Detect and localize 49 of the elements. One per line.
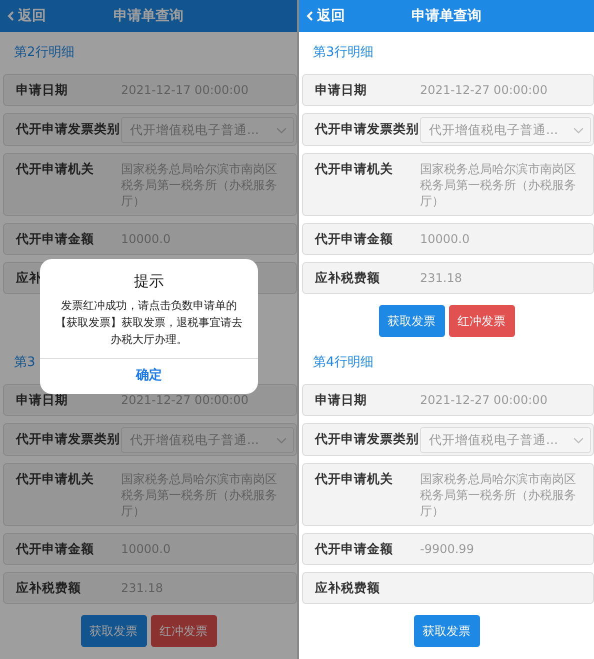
select-field[interactable]: 代开增值税电子普通... — [420, 427, 591, 453]
reverse-invoice-button[interactable]: 红冲发票 — [150, 615, 216, 647]
field-value: 10000.0 — [420, 231, 471, 247]
page-title: 申请单查询 — [114, 8, 184, 24]
section-title: 第2行明细 — [14, 44, 74, 62]
field-label: 代开申请发票类别 — [16, 121, 121, 137]
dialog-title: 提示 — [133, 271, 165, 292]
field-label: 申请日期 — [16, 82, 69, 98]
reverse-invoice-button[interactable]: 红冲发票 — [448, 305, 514, 337]
get-invoice-button[interactable]: 获取发票 — [80, 615, 146, 647]
back-chevron-icon — [305, 10, 315, 22]
field-label: 代开申请机关 — [315, 161, 394, 177]
field-value: 231.18 — [420, 270, 463, 286]
field-label: 代开申请金额 — [315, 541, 394, 557]
field-label: 代开申请机关 — [16, 161, 95, 177]
field-label: 应补 — [16, 270, 43, 286]
field-label: 申请日期 — [315, 82, 368, 98]
back-button[interactable]: 返回 — [299, 6, 345, 26]
field-value: -9900.99 — [420, 541, 475, 557]
section-title: 第3行明细 — [313, 44, 374, 62]
page-title: 申请单查询 — [412, 8, 482, 24]
field-label: 应补税费额 — [16, 580, 82, 596]
field-label: 代开申请金额 — [315, 231, 394, 247]
field-value: 2021-12-27 00:00:00 — [420, 82, 548, 98]
get-invoice-button[interactable]: 获取发票 — [414, 615, 480, 647]
field-label: 申请日期 — [16, 392, 69, 408]
select-field[interactable]: 代开增值税电子普通... — [420, 117, 591, 143]
field-label: 应补税费额 — [315, 580, 381, 596]
field-label: 代开申请金额 — [16, 541, 95, 557]
section-title: 第4行明细 — [313, 354, 374, 372]
field-label: 代开申请发票类别 — [16, 431, 121, 447]
ok-button[interactable]: 确定 — [40, 358, 258, 394]
field-label: 代开申请机关 — [16, 471, 95, 487]
field-label: 代开申请发票类别 — [315, 431, 420, 447]
field-value: 国家税务总局哈尔滨市南岗区税务局第一税务所（办税服务厅） — [420, 471, 577, 519]
field-value: 2021-12-27 00:00:00 — [420, 392, 548, 408]
field-label: 代开申请机关 — [315, 471, 394, 487]
back-button[interactable]: 返回 — [0, 6, 46, 26]
field-label: 应补税费额 — [315, 270, 381, 286]
field-label: 代开申请发票类别 — [315, 121, 420, 137]
section-title: 第3 — [14, 354, 36, 372]
back-chevron-icon — [6, 10, 16, 22]
select-field[interactable]: 代开增值税电子普通... — [121, 427, 294, 453]
get-invoice-button[interactable]: 获取发票 — [378, 305, 444, 337]
dialog-message: 发票红冲成功，请点击负数申请单的【获取发票】获取发票，退税事宜请去办税大厅办理。 — [54, 298, 244, 348]
field-label: 代开申请金额 — [16, 231, 95, 247]
select-field[interactable]: 代开增值税电子普通... — [121, 117, 294, 143]
field-value: 国家税务总局哈尔滨市南岗区税务局第一税务所（办税服务厅） — [420, 161, 577, 209]
field-label: 申请日期 — [315, 392, 368, 408]
